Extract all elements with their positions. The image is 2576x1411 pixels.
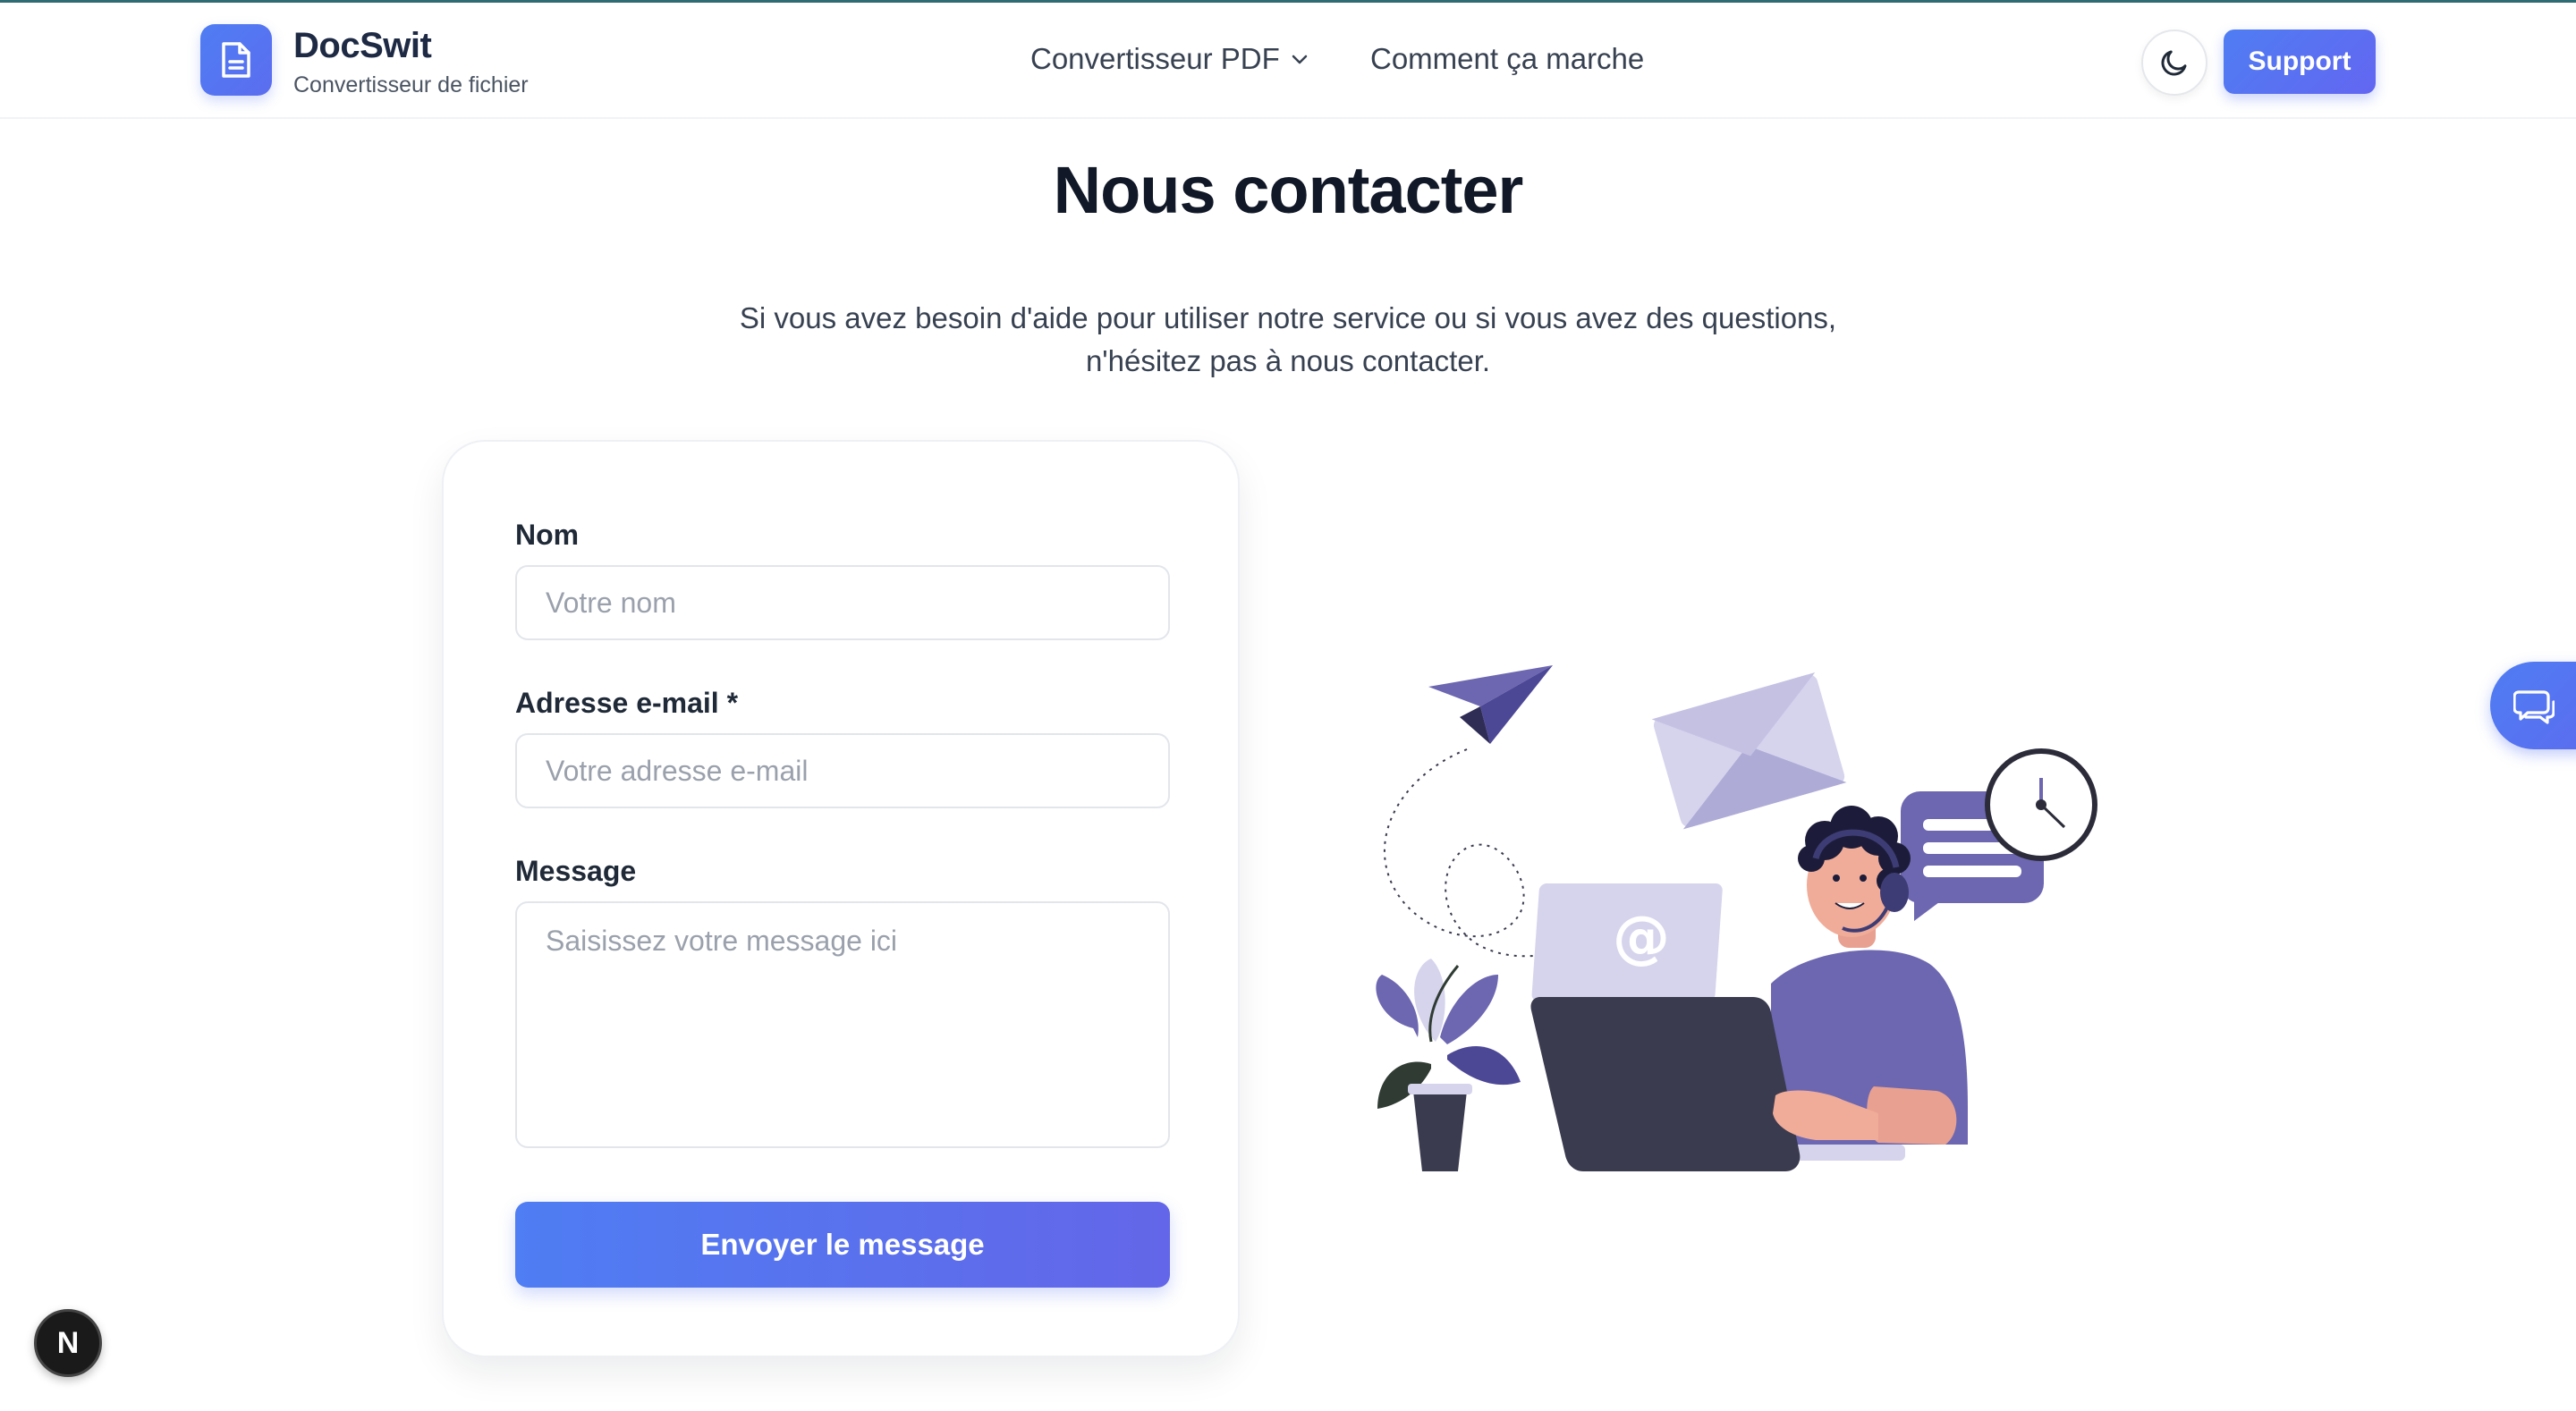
customer-support-illustration: @ bbox=[1376, 665, 2097, 1171]
at-symbol: @ bbox=[1613, 905, 1670, 971]
logo-icon[interactable] bbox=[200, 24, 272, 96]
laptop-body bbox=[1530, 997, 1801, 1171]
paper-plane-icon bbox=[1428, 665, 1553, 744]
nav-converter-label: Convertisseur PDF bbox=[1030, 42, 1280, 75]
clock-icon bbox=[1985, 748, 2097, 861]
theme-toggle-button[interactable] bbox=[2141, 30, 2207, 96]
email-input[interactable] bbox=[515, 733, 1170, 808]
nav-converter-dropdown[interactable]: Convertisseur PDF bbox=[1030, 42, 1310, 76]
intro-line-2: n'hésitez pas à nous contacter. bbox=[1085, 344, 1491, 377]
contact-form: Nom Adresse e-mail * Message Envoyer le … bbox=[442, 440, 1240, 1357]
envelope-icon bbox=[1651, 672, 1847, 830]
support-button[interactable]: Support bbox=[2224, 30, 2376, 94]
name-label: Nom bbox=[515, 519, 580, 551]
email-label: Adresse e-mail * bbox=[515, 687, 739, 719]
intro-text: Si vous avez besoin d'aide pour utiliser… bbox=[707, 297, 1869, 383]
message-label: Message bbox=[515, 855, 637, 887]
moon-icon bbox=[2161, 50, 2187, 76]
brand-tagline: Convertisseur de fichier bbox=[293, 72, 529, 97]
plant-icon bbox=[1376, 959, 1521, 1171]
dev-tools-badge[interactable]: N bbox=[34, 1309, 102, 1377]
nav-how-it-works[interactable]: Comment ça marche bbox=[1370, 42, 1644, 76]
brand-name[interactable]: DocSwit bbox=[293, 26, 432, 66]
intro-line-1: Si vous avez besoin d'aide pour utiliser… bbox=[739, 301, 1837, 334]
page-title: Nous contacter bbox=[1053, 153, 1524, 227]
name-input[interactable] bbox=[515, 565, 1170, 640]
send-message-button[interactable]: Envoyer le message bbox=[515, 1202, 1170, 1288]
navbar: DocSwit Convertisseur de fichier Convert… bbox=[0, 3, 2576, 119]
person-arm bbox=[1867, 1086, 1957, 1145]
chat-support-button[interactable] bbox=[2490, 662, 2576, 749]
message-textarea[interactable] bbox=[515, 901, 1170, 1148]
chevron-down-icon bbox=[1292, 55, 1307, 64]
badge-letter: N bbox=[56, 1325, 80, 1360]
nav-how-label: Comment ça marche bbox=[1370, 42, 1645, 75]
chat-bubbles-icon bbox=[2513, 690, 2555, 724]
